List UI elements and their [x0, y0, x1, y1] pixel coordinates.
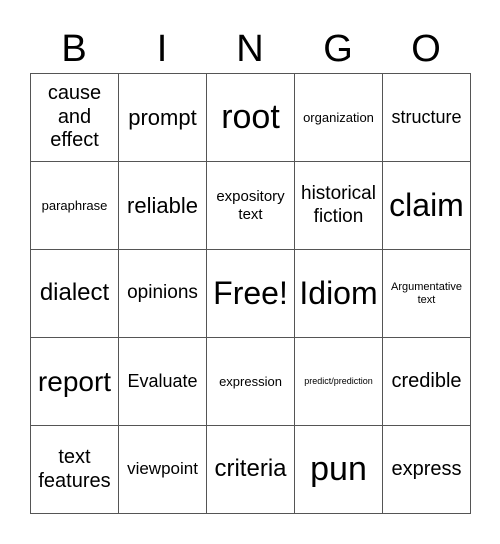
header-letter-g: G — [323, 28, 353, 70]
cell-text: claim — [389, 186, 464, 223]
cell-text: expository text — [216, 187, 285, 223]
cell-text: paraphrase — [41, 197, 108, 213]
header-letter-n: N — [236, 28, 264, 70]
bingo-cell[interactable]: historical fiction — [295, 162, 383, 250]
cell-text: opinions — [127, 282, 198, 304]
cell-text: pun — [310, 450, 367, 489]
bingo-cell[interactable]: claim — [383, 162, 471, 250]
cell-text: Idiom — [299, 274, 378, 311]
bingo-cell[interactable]: pun — [295, 426, 383, 514]
cell-text: structure — [391, 106, 462, 127]
cell-text: organization — [303, 109, 374, 125]
cell-text: dialect — [39, 279, 110, 307]
cell-text: root — [221, 98, 280, 137]
free-space-text: Free! — [213, 274, 288, 311]
free-space-cell[interactable]: Free! — [207, 250, 295, 338]
bingo-cell[interactable]: expository text — [207, 162, 295, 250]
bingo-header: B I N G O — [30, 26, 470, 72]
cell-text: Evaluate — [127, 370, 198, 391]
bingo-cell[interactable]: criteria — [207, 426, 295, 514]
bingo-cell[interactable]: cause and effect — [31, 74, 119, 162]
bingo-cell[interactable]: express — [383, 426, 471, 514]
cell-text: cause and effect — [47, 82, 102, 152]
bingo-board: cause and effect prompt root organizatio… — [30, 73, 471, 514]
cell-text: reliable — [127, 192, 198, 218]
cell-text: credible — [391, 369, 462, 392]
bingo-cell[interactable]: reliable — [119, 162, 207, 250]
header-letter-i: I — [156, 28, 168, 70]
bingo-cell[interactable]: predict/prediction — [295, 338, 383, 426]
header-letter-o: O — [411, 28, 441, 70]
cell-text: text features — [38, 445, 111, 492]
bingo-cell[interactable]: Evaluate — [119, 338, 207, 426]
bingo-cell[interactable]: report — [31, 338, 119, 426]
bingo-cell[interactable]: expression — [207, 338, 295, 426]
cell-text: criteria — [214, 455, 287, 483]
bingo-cell[interactable]: paraphrase — [31, 162, 119, 250]
cell-text: predict/prediction — [304, 376, 373, 387]
cell-text: express — [391, 457, 462, 480]
bingo-cell[interactable]: root — [207, 74, 295, 162]
bingo-cell[interactable]: Idiom — [295, 250, 383, 338]
cell-text: prompt — [128, 104, 197, 130]
bingo-cell[interactable]: prompt — [119, 74, 207, 162]
bingo-cell[interactable]: Argumentative text — [383, 250, 471, 338]
cell-text: historical fiction — [301, 183, 376, 227]
bingo-cell[interactable]: viewpoint — [119, 426, 207, 514]
bingo-cell[interactable]: organization — [295, 74, 383, 162]
cell-text: viewpoint — [127, 459, 198, 479]
bingo-cell[interactable]: structure — [383, 74, 471, 162]
cell-text: expression — [219, 373, 282, 389]
bingo-cell[interactable]: dialect — [31, 250, 119, 338]
bingo-cell[interactable]: text features — [31, 426, 119, 514]
header-letter-b: B — [61, 28, 87, 70]
cell-text: Argumentative text — [391, 280, 462, 306]
bingo-cell[interactable]: credible — [383, 338, 471, 426]
cell-text: report — [37, 365, 112, 397]
bingo-cell[interactable]: opinions — [119, 250, 207, 338]
